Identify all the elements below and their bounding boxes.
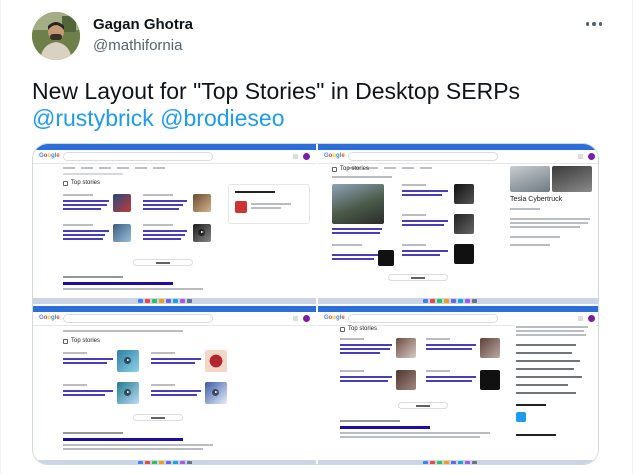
search-box (63, 152, 213, 161)
account-icon (303, 153, 310, 160)
top-stories-heading: Top stories (332, 166, 369, 172)
mention-link[interactable]: @rustybrick (32, 105, 154, 131)
tweet-text-line: New Layout for "Top Stories" in Desktop … (32, 78, 521, 104)
media-divider (33, 304, 598, 306)
top-stories-heading: Top stories (340, 326, 377, 332)
knowledge-panel-title: Tesla Cybertruck (510, 196, 563, 203)
knowledge-panel (514, 322, 596, 452)
apps-icon (293, 154, 298, 159)
screenshot-image[interactable]: Google Top stories (33, 306, 316, 464)
knowledge-panel: Tesla Cybertruck (508, 166, 598, 266)
top-stories-heading: Top stories (63, 338, 100, 344)
avatar[interactable] (32, 12, 80, 60)
google-logo: Google (39, 153, 60, 159)
top-stories-heading: Top stories (63, 180, 100, 186)
screenshot-image[interactable]: Google Top stories (318, 144, 598, 304)
google-search-bar: Google (33, 150, 316, 164)
screenshot-image[interactable]: Google Top stories (33, 144, 316, 304)
author-info: Gagan Ghotra @mathifornia (93, 15, 193, 56)
handle[interactable]: @mathifornia (93, 36, 193, 56)
display-name[interactable]: Gagan Ghotra (93, 15, 193, 35)
tweet-text: New Layout for "Top Stories" in Desktop … (32, 78, 520, 132)
more-options-icon[interactable] (580, 14, 608, 34)
search-tabs (63, 165, 165, 171)
results-count (63, 173, 123, 175)
mention-link[interactable]: @brodieseo (160, 105, 284, 131)
tweet: Gagan Ghotra @mathifornia New Layout for… (0, 0, 633, 474)
screenshot-image[interactable]: Google Top stories (318, 306, 598, 464)
news-icon (63, 180, 68, 186)
tweet-media-grid: Google Top stories Google Top stories Te… (32, 143, 599, 465)
